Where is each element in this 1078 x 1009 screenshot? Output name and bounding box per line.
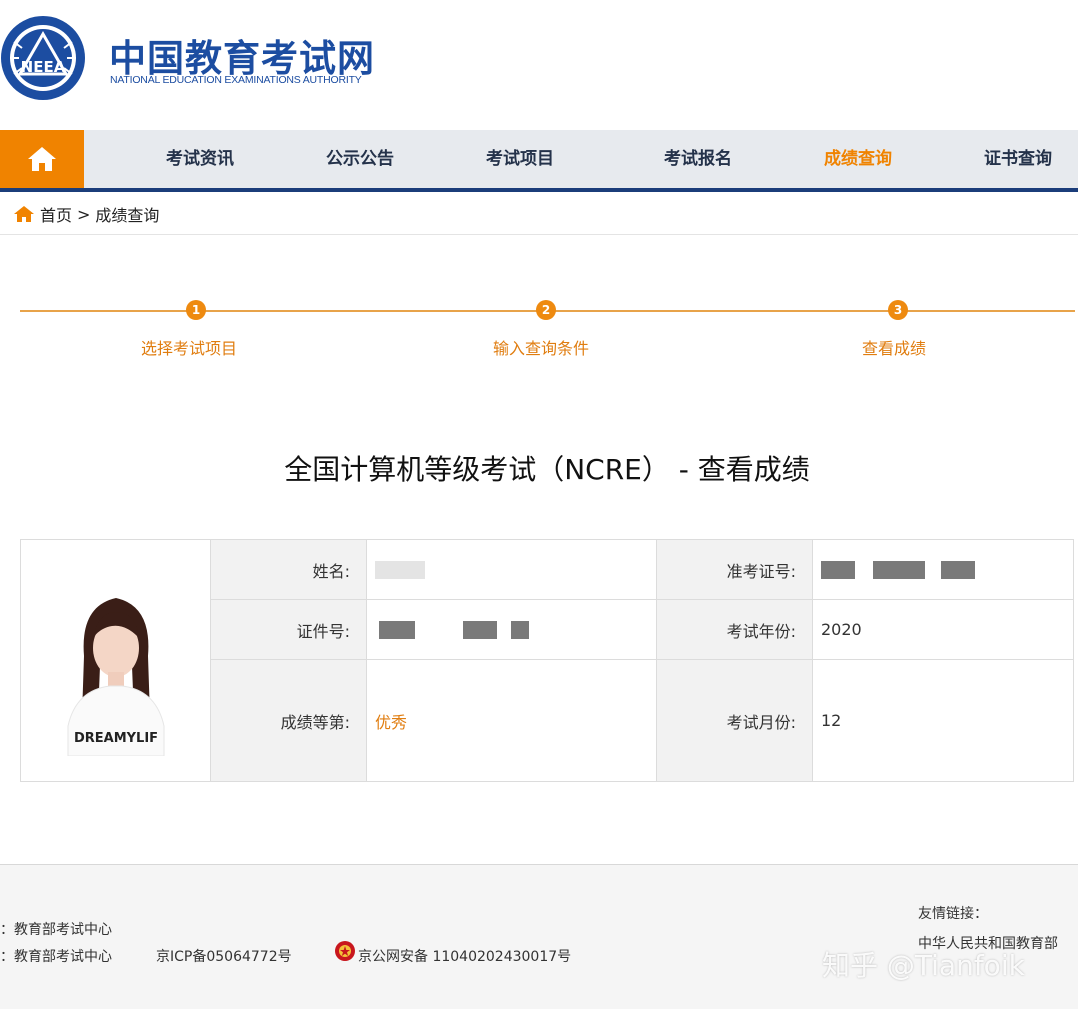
name-value: [367, 540, 657, 600]
nav-item-announcements[interactable]: 公示公告: [326, 130, 394, 188]
exam-year-label: 考试年份:: [657, 600, 813, 660]
id-number-value: [367, 600, 657, 660]
home-icon: [28, 147, 56, 171]
id-number-label: 证件号:: [211, 600, 367, 660]
redaction-blur: [375, 560, 425, 579]
redaction-block: [873, 560, 925, 579]
footer-operator: ：教育部考试中心: [0, 949, 112, 965]
neea-logo[interactable]: NEEA: [0, 12, 86, 104]
friendly-links-label: 友情链接：: [918, 906, 988, 922]
grade-value: 优秀: [367, 660, 657, 782]
result-table: DREAMYLIF 姓名: 准考证号: 证件号: 考试年份: 2020 成绩等第…: [20, 539, 1074, 782]
step-1-dot: 1: [186, 300, 206, 320]
footer-police-record[interactable]: 京公网安备 11040202430017号: [358, 946, 571, 966]
divider: [0, 234, 1078, 235]
nav-item-certificate-query[interactable]: 证书查询: [984, 130, 1052, 188]
logo-text: NEEA: [21, 58, 66, 76]
candidate-photo-cell: DREAMYLIF: [21, 540, 211, 782]
nav-item-registration[interactable]: 考试报名: [664, 130, 732, 188]
admission-number-label: 准考证号:: [657, 540, 813, 600]
nav-item-exam-projects[interactable]: 考试项目: [486, 130, 554, 188]
main-nav: 考试资讯 公示公告 考试项目 考试报名 成绩查询 证书查询: [0, 130, 1078, 192]
breadcrumb-home-link[interactable]: 首页: [40, 202, 72, 226]
nav-item-score-query[interactable]: 成绩查询: [824, 130, 892, 188]
redaction-block: [511, 620, 529, 639]
step-2-dot: 2: [536, 300, 556, 320]
grade-label: 成绩等第:: [211, 660, 367, 782]
redaction-block: [821, 560, 855, 579]
site-header: NEEA 中国教育考试网 NATIONAL EDUCATION EXAMINAT…: [0, 0, 1078, 130]
admission-number-value: [813, 540, 1074, 600]
breadcrumb: 首页 > 成绩查询: [13, 202, 159, 226]
breadcrumb-current: 成绩查询: [95, 206, 160, 225]
police-badge-icon: [335, 941, 355, 961]
step-2-label: 输入查询条件: [493, 339, 590, 358]
candidate-photo: DREAMYLIF: [45, 565, 186, 756]
step-1-label: 选择考试项目: [141, 339, 238, 358]
zhihu-watermark: 知乎 @Tianfoik: [822, 949, 1025, 982]
footer-icp-link[interactable]: 京ICP备05064772号: [156, 946, 292, 966]
nav-home-button[interactable]: [0, 130, 84, 188]
redaction-block: [463, 620, 497, 639]
breadcrumb-separator: >: [77, 204, 91, 224]
nav-item-news[interactable]: 考试资讯: [166, 130, 234, 188]
step-3-dot: 3: [888, 300, 908, 320]
footer-organizer: ：教育部考试中心: [0, 922, 112, 938]
step-3-label: 查看成绩: [862, 339, 927, 358]
photo-shirt-text: DREAMYLIF: [73, 731, 157, 746]
name-label: 姓名:: [211, 540, 367, 600]
result-title: 全国计算机等级考试（NCRE） - 查看成绩: [284, 453, 810, 486]
site-subtitle: NATIONAL EDUCATION EXAMINATIONS AUTHORIT…: [110, 74, 362, 86]
redaction-block: [379, 620, 415, 639]
redaction-block: [941, 560, 975, 579]
exam-month-value: 12: [813, 660, 1074, 782]
home-icon: [14, 206, 34, 222]
exam-year-value: 2020: [813, 600, 1074, 660]
site-footer: ：教育部考试中心 ：教育部考试中心 京ICP备05064772号 京公网安备 1…: [0, 864, 1078, 1009]
exam-month-label: 考试月份:: [657, 660, 813, 782]
